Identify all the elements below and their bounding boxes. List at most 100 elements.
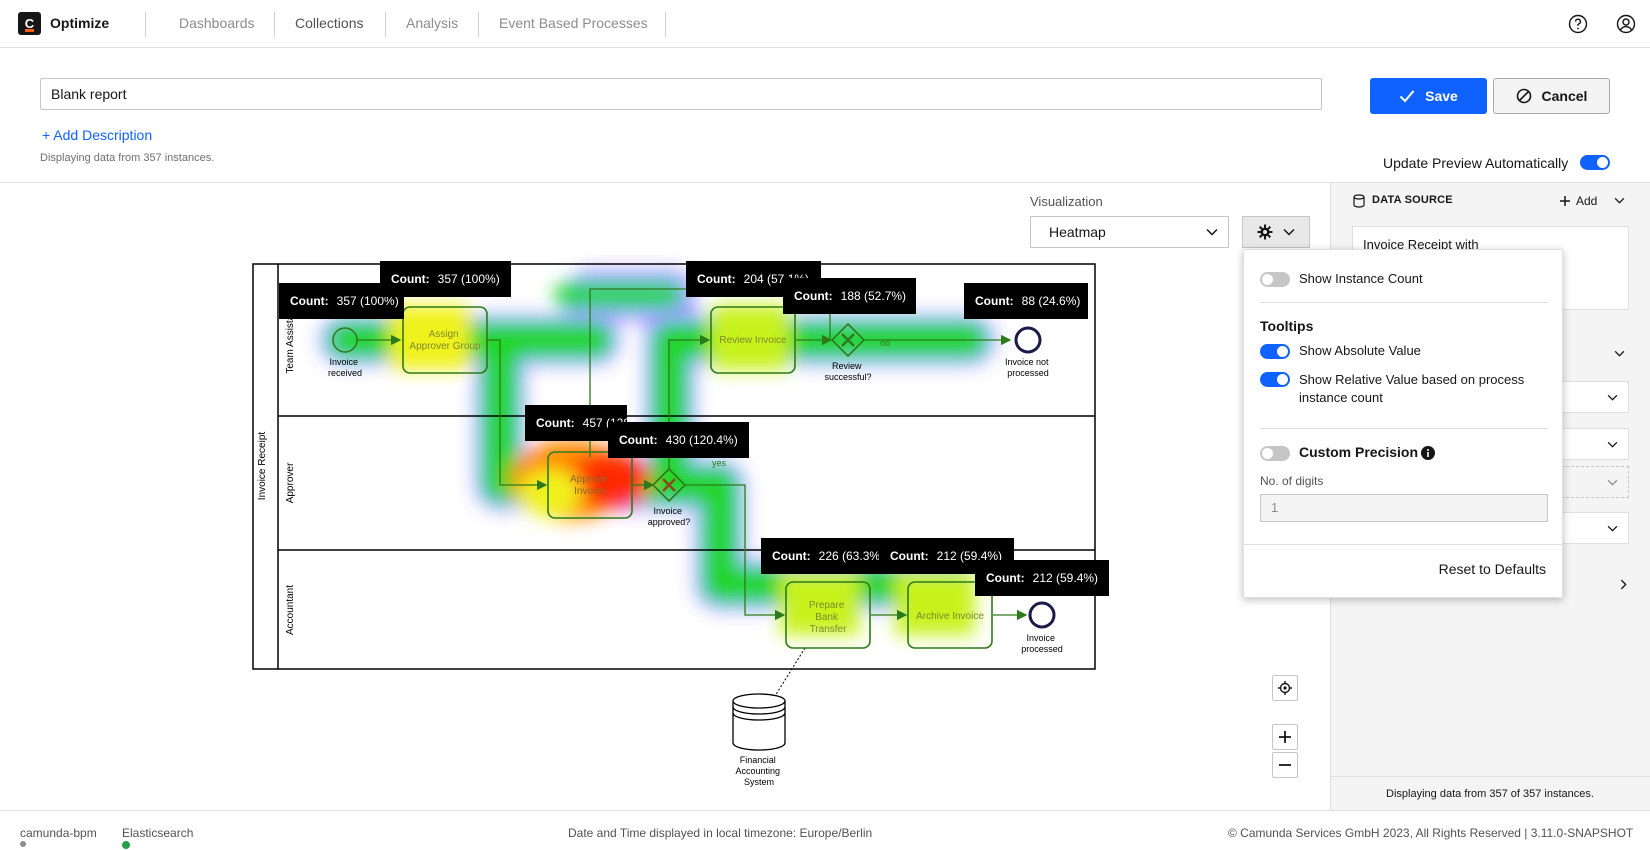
node-label: Financial — [740, 755, 776, 765]
flow-label-yes: yes — [712, 458, 727, 468]
count-tooltip: Count: 212 (59.4%) — [975, 560, 1109, 596]
crosshair-icon — [1278, 681, 1292, 695]
show-instance-count-label: Show Instance Count — [1299, 271, 1423, 286]
engine-status: camunda-bpm — [20, 826, 97, 847]
show-absolute-value-toggle[interactable] — [1260, 344, 1290, 359]
node-label: received — [328, 368, 362, 378]
custom-precision-toggle[interactable] — [1260, 446, 1290, 461]
plus-icon — [1279, 731, 1291, 743]
node-label: Invoice — [1026, 633, 1055, 643]
popover-divider — [1260, 428, 1548, 429]
svg-text:Financial Accounting S: Financial Accounting System — [735, 755, 782, 787]
node-label: Invoice — [574, 486, 606, 497]
pool-label: Invoice Receipt — [257, 432, 268, 501]
chevron-down-icon — [1283, 228, 1295, 236]
app-header: C Optimize Dashboards Collections Analys… — [0, 0, 1650, 48]
database-status: Elasticsearch — [122, 826, 194, 849]
chevron-down-icon — [1607, 525, 1618, 532]
chevron-right-icon[interactable] — [1620, 579, 1627, 590]
svg-text:Invoice approved?: Invoice approved? — [648, 506, 691, 527]
chevron-down-icon — [1607, 479, 1618, 486]
node-label: Assign — [429, 329, 459, 340]
reset-to-defaults-button[interactable]: Reset to Defaults — [1439, 561, 1546, 577]
engine-name: camunda-bpm — [20, 826, 97, 840]
minus-icon — [1279, 764, 1291, 766]
cancel-button[interactable]: Cancel — [1493, 78, 1610, 114]
nav-event-based-processes[interactable]: Event Based Processes — [499, 15, 648, 31]
end-event-invoice-processed[interactable] — [1028, 601, 1056, 629]
node-label: Archive Invoice — [916, 611, 984, 622]
visualization-settings-button[interactable] — [1242, 216, 1310, 248]
show-relative-value-label: Show Relative Value based on process ins… — [1299, 371, 1524, 407]
gear-icon — [1257, 224, 1273, 240]
digits-input[interactable]: 1 — [1260, 494, 1548, 522]
engine-status-dot — [20, 841, 26, 847]
node-label: Invoice not — [1005, 357, 1049, 367]
count-tooltip: Count: 430 (120.4%) — [608, 422, 749, 458]
nav-divider — [665, 12, 666, 37]
camunda-logo[interactable]: C — [18, 12, 41, 35]
show-relative-value-line: Show Relative Value based on process — [1299, 372, 1525, 387]
show-relative-value-toggle[interactable] — [1260, 372, 1290, 387]
bpmn-heatmap-diagram[interactable]: Invoice Receipt Team Assistant Approver … — [250, 255, 1105, 795]
auto-update-toggle[interactable] — [1580, 155, 1610, 170]
count-tooltip: Count: 188 (52.7%) — [783, 278, 916, 314]
popover-divider — [1260, 302, 1548, 303]
nav-dashboards[interactable]: Dashboards — [179, 15, 255, 31]
node-label: Invoice — [653, 506, 682, 516]
chevron-down-icon[interactable] — [1614, 350, 1625, 357]
data-store-financial-system[interactable] — [732, 693, 786, 751]
report-title-input[interactable]: Blank report — [40, 78, 1322, 110]
node-label: Invoice — [329, 357, 358, 367]
nav-collections[interactable]: Collections — [295, 15, 363, 31]
info-icon[interactable] — [1421, 446, 1435, 460]
panel-instances-text: Displaying data from 357 of 357 instance… — [1330, 776, 1650, 810]
cancel-icon — [1516, 88, 1531, 104]
checkmark-icon — [1399, 90, 1415, 103]
chevron-down-icon[interactable] — [1614, 197, 1625, 204]
zoom-in-button[interactable] — [1272, 724, 1298, 750]
visualization-settings-popover: Show Instance Count Tooltips Show Absolu… — [1243, 249, 1564, 598]
show-absolute-value-label: Show Absolute Value — [1299, 343, 1421, 358]
svg-text:Invoice received: Invoice received — [328, 357, 362, 378]
help-icon[interactable] — [1568, 14, 1588, 34]
node-label: processed — [1007, 368, 1049, 378]
add-data-source-button[interactable]: Add — [1576, 194, 1597, 208]
node-label: successful? — [824, 372, 871, 382]
node-label: Transfer — [810, 624, 848, 635]
count-tooltip: Count: 88 (24.6%) — [964, 283, 1088, 319]
custom-precision-label: Custom Precision — [1299, 444, 1419, 460]
data-source-heading: DATA SOURCE — [1372, 194, 1453, 206]
node-label: Bank — [815, 612, 839, 623]
save-button-label: Save — [1425, 88, 1458, 104]
show-instance-count-toggle[interactable] — [1260, 272, 1290, 287]
chevron-down-icon — [1607, 394, 1618, 401]
node-label: approved? — [648, 517, 691, 527]
svg-text:Approve Invoice: Approve Invoice — [570, 474, 610, 497]
reset-zoom-button[interactable] — [1272, 675, 1298, 701]
flow-label-no: no — [880, 338, 890, 348]
database-name: Elasticsearch — [122, 826, 194, 840]
node-label: Review Invoice — [719, 335, 787, 346]
count-tooltip: Count: 226 (63.3%) — [761, 538, 886, 574]
zoom-out-button[interactable] — [1272, 752, 1298, 778]
lane-label-accountant: Accountant — [285, 585, 296, 635]
svg-text:Invoice processed: Invoice processed — [1021, 633, 1063, 654]
node-label: Review — [832, 361, 862, 371]
visualization-label: Visualization — [1030, 194, 1103, 209]
nav-analysis[interactable]: Analysis — [406, 15, 458, 31]
add-description-link[interactable]: + Add Description — [42, 127, 152, 143]
visualization-select[interactable]: Heatmap — [1030, 216, 1229, 248]
nav-divider — [478, 12, 479, 37]
app-brand[interactable]: Optimize — [50, 15, 109, 31]
node-label: Accounting — [735, 766, 780, 776]
save-button[interactable]: Save — [1370, 78, 1487, 114]
cancel-button-label: Cancel — [1541, 88, 1588, 104]
nav-divider — [145, 12, 146, 37]
instances-count-text: Displaying data from 357 instances. — [40, 152, 215, 164]
end-event-invoice-not-processed[interactable] — [1014, 326, 1042, 354]
node-label: processed — [1021, 644, 1063, 654]
svg-text:Invoice not processed: Invoice not processed — [1005, 357, 1051, 378]
popover-divider — [1244, 544, 1564, 545]
user-icon[interactable] — [1616, 14, 1636, 34]
